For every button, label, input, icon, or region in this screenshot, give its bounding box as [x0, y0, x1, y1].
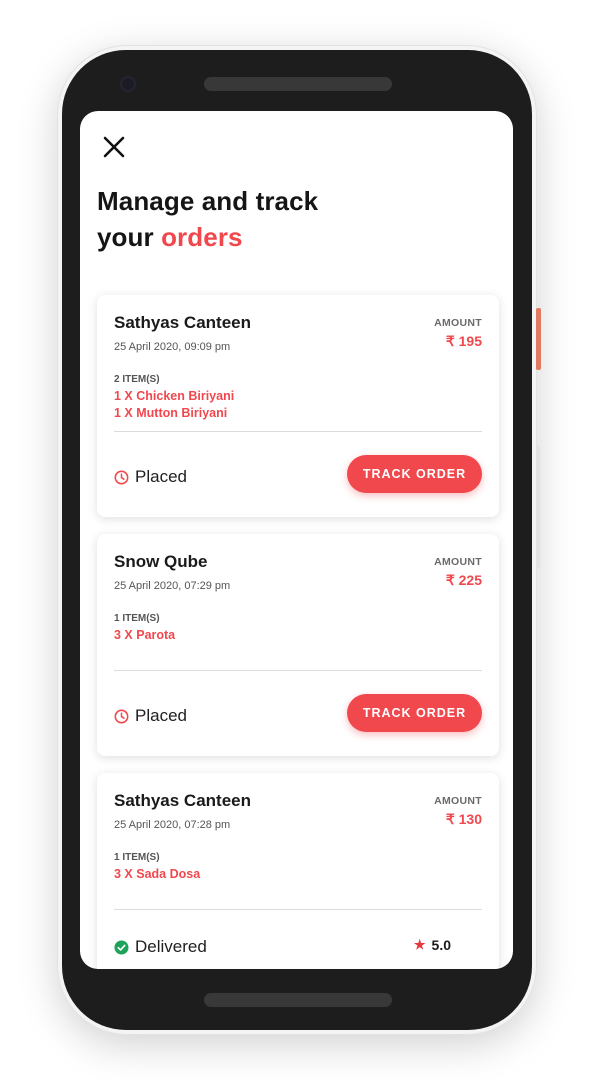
bottom-speaker	[204, 993, 392, 1007]
order-card[interactable]: Sathyas Canteen 25 April 2020, 09:09 pm …	[97, 295, 499, 517]
order-amount: ₹ 195	[446, 333, 482, 350]
items-count: 1 ITEM(S)	[114, 852, 160, 863]
divider	[114, 670, 482, 671]
currency-symbol: ₹	[445, 333, 455, 349]
earpiece-speaker	[204, 77, 392, 91]
list-item: 1 X Chicken Biriyani	[114, 389, 235, 403]
restaurant-name: Snow Qube	[114, 552, 208, 571]
track-order-button[interactable]: TRACK ORDER	[347, 455, 482, 493]
amount-label: AMOUNT	[434, 795, 482, 807]
restaurant-name: Sathyas Canteen	[114, 313, 251, 332]
items-count: 2 ITEM(S)	[114, 374, 160, 385]
order-amount: ₹ 225	[446, 572, 482, 589]
currency-symbol: ₹	[445, 572, 455, 588]
title-line-1: Manage and track	[97, 186, 319, 216]
power-button	[536, 308, 541, 370]
volume-button	[536, 446, 540, 568]
app-screen: Manage and track your orders Sathyas Can…	[80, 111, 513, 969]
order-rating: ★ 5.0	[414, 937, 451, 953]
clock-icon	[114, 709, 129, 723]
order-datetime: 25 April 2020, 07:29 pm	[114, 580, 231, 592]
close-icon	[103, 136, 125, 158]
order-amount: ₹ 130	[446, 811, 482, 828]
rating-value: 5.0	[431, 937, 451, 953]
item-list: 1 X Chicken Biriyani 1 X Mutton Biriyani	[114, 388, 234, 422]
title-line-2-accent: orders	[161, 222, 243, 252]
order-status: Delivered	[114, 937, 207, 957]
title-line-2-prefix: your	[97, 222, 154, 252]
restaurant-name: Sathyas Canteen	[114, 791, 251, 810]
close-button[interactable]	[98, 131, 130, 163]
amount-value: 195	[458, 333, 482, 349]
order-card[interactable]: Snow Qube 25 April 2020, 07:29 pm AMOUNT…	[97, 534, 499, 756]
front-camera	[120, 76, 136, 92]
order-status: Placed	[114, 467, 187, 487]
currency-symbol: ₹	[445, 811, 455, 827]
item-list: 3 X Sada Dosa	[114, 866, 200, 883]
track-order-button[interactable]: TRACK ORDER	[347, 694, 482, 732]
order-datetime: 25 April 2020, 09:09 pm	[114, 341, 231, 353]
page-title: Manage and track your orders	[97, 183, 318, 255]
list-item: 1 X Mutton Biriyani	[114, 406, 228, 420]
star-icon: ★	[413, 937, 426, 952]
amount-label: AMOUNT	[434, 317, 482, 329]
amount-value: 225	[458, 572, 482, 588]
divider	[114, 431, 482, 432]
items-count: 1 ITEM(S)	[114, 613, 160, 624]
amount-label: AMOUNT	[434, 556, 482, 568]
list-item: 3 X Parota	[114, 628, 176, 642]
order-card[interactable]: Sathyas Canteen 25 April 2020, 07:28 pm …	[97, 773, 499, 969]
amount-value: 130	[458, 811, 482, 827]
status-text: Placed	[135, 467, 187, 486]
order-datetime: 25 April 2020, 07:28 pm	[114, 819, 231, 831]
divider	[114, 909, 482, 910]
clock-icon	[114, 470, 129, 484]
item-list: 3 X Parota	[114, 627, 175, 644]
status-text: Delivered	[135, 937, 207, 956]
order-status: Placed	[114, 706, 187, 726]
list-item: 3 X Sada Dosa	[114, 867, 201, 881]
status-text: Placed	[135, 706, 187, 725]
check-circle-icon	[114, 939, 129, 955]
